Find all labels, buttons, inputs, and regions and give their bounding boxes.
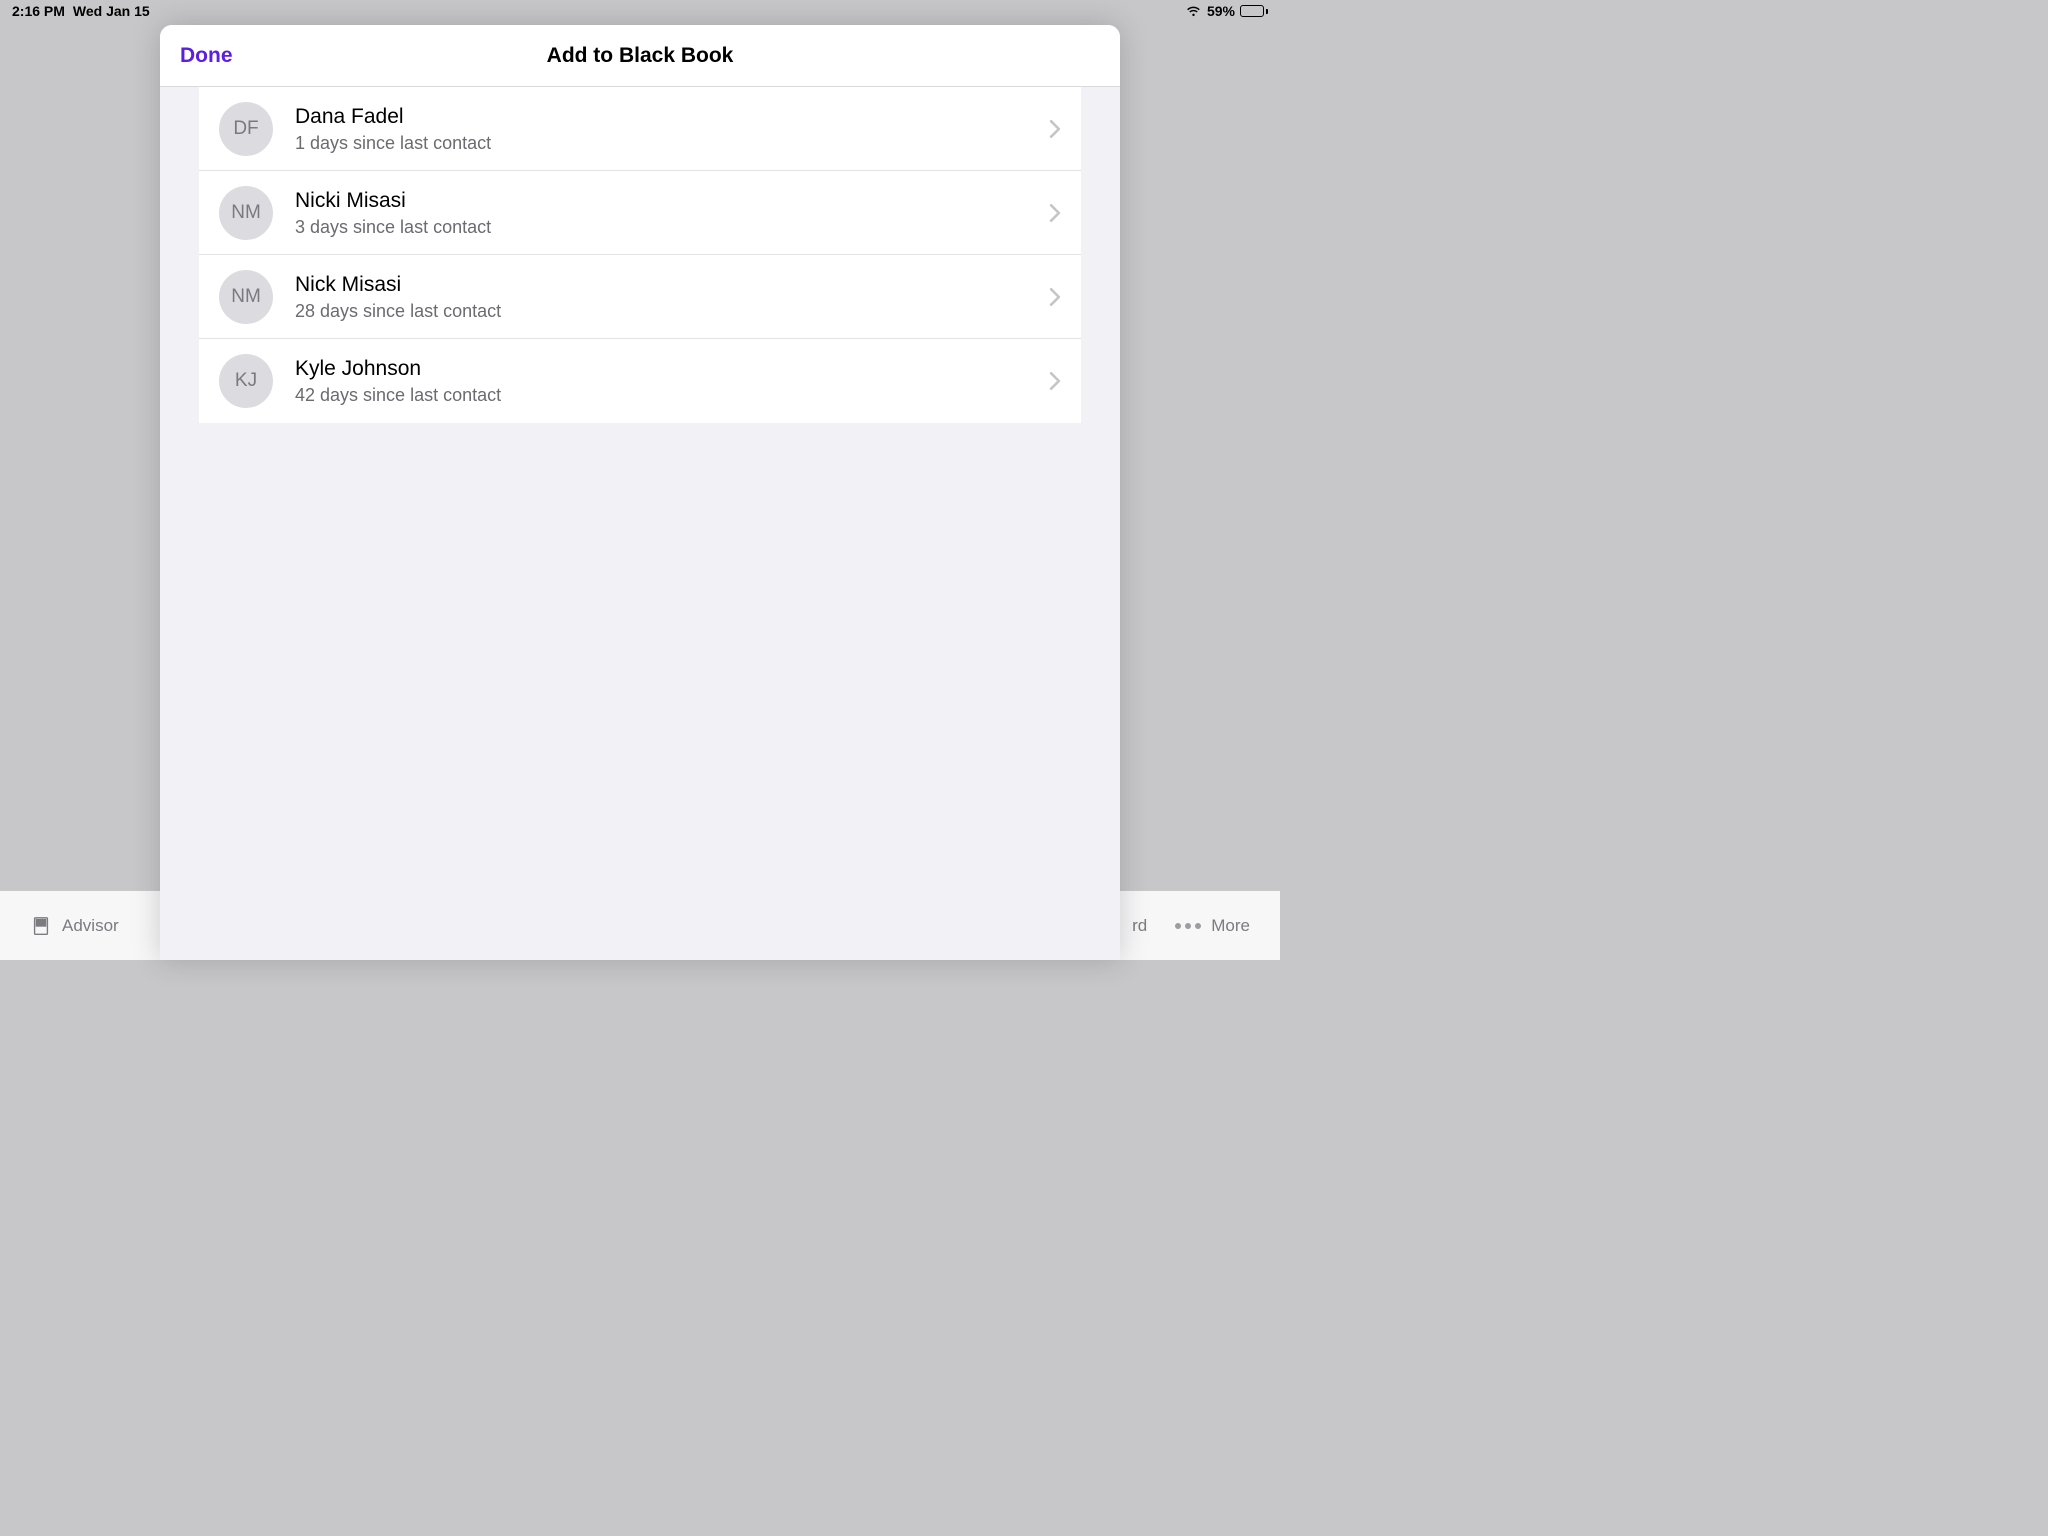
contact-text: Dana Fadel 1 days since last contact: [295, 103, 1049, 155]
contact-text: Nicki Misasi 3 days since last contact: [295, 187, 1049, 239]
status-left: 2:16 PM Wed Jan 15: [12, 3, 150, 19]
contact-row[interactable]: NM Nick Misasi 28 days since last contac…: [199, 255, 1081, 339]
contact-name: Nick Misasi: [295, 271, 1049, 298]
avatar: NM: [219, 186, 273, 240]
battery-icon: [1240, 5, 1268, 17]
battery-percent: 59%: [1207, 3, 1235, 19]
contact-name: Dana Fadel: [295, 103, 1049, 130]
contact-row[interactable]: KJ Kyle Johnson 42 days since last conta…: [199, 339, 1081, 423]
status-right: 59%: [1185, 3, 1268, 20]
avatar: NM: [219, 270, 273, 324]
contact-subtitle: 3 days since last contact: [295, 215, 1049, 239]
modal-title: Add to Black Book: [547, 44, 734, 68]
status-date: Wed Jan 15: [73, 3, 150, 19]
contact-subtitle: 1 days since last contact: [295, 131, 1049, 155]
chevron-right-icon: [1049, 120, 1061, 138]
tab-advisor[interactable]: Advisor: [30, 915, 119, 937]
avatar: DF: [219, 102, 273, 156]
status-time: 2:16 PM: [12, 3, 65, 19]
contact-list: DF Dana Fadel 1 days since last contact …: [199, 87, 1081, 423]
contact-subtitle: 28 days since last contact: [295, 299, 1049, 323]
done-button[interactable]: Done: [180, 25, 233, 86]
avatar: KJ: [219, 354, 273, 408]
contact-text: Nick Misasi 28 days since last contact: [295, 271, 1049, 323]
chevron-right-icon: [1049, 204, 1061, 222]
chevron-right-icon: [1049, 372, 1061, 390]
wifi-icon: [1185, 3, 1202, 20]
contact-name: Kyle Johnson: [295, 355, 1049, 382]
tab-more-label: More: [1211, 916, 1250, 936]
tab-partial-label[interactable]: rd: [1132, 916, 1147, 936]
more-dots-icon: [1175, 923, 1201, 929]
tab-advisor-label: Advisor: [62, 916, 119, 936]
status-bar: 2:16 PM Wed Jan 15 59%: [0, 0, 1280, 22]
chevron-right-icon: [1049, 288, 1061, 306]
contact-subtitle: 42 days since last contact: [295, 383, 1049, 407]
modal-header: Done Add to Black Book: [160, 25, 1120, 87]
modal-sheet: Done Add to Black Book DF Dana Fadel 1 d…: [160, 25, 1120, 960]
tab-more[interactable]: More: [1175, 916, 1250, 936]
contact-row[interactable]: NM Nicki Misasi 3 days since last contac…: [199, 171, 1081, 255]
contact-text: Kyle Johnson 42 days since last contact: [295, 355, 1049, 407]
contact-name: Nicki Misasi: [295, 187, 1049, 214]
contact-row[interactable]: DF Dana Fadel 1 days since last contact: [199, 87, 1081, 171]
